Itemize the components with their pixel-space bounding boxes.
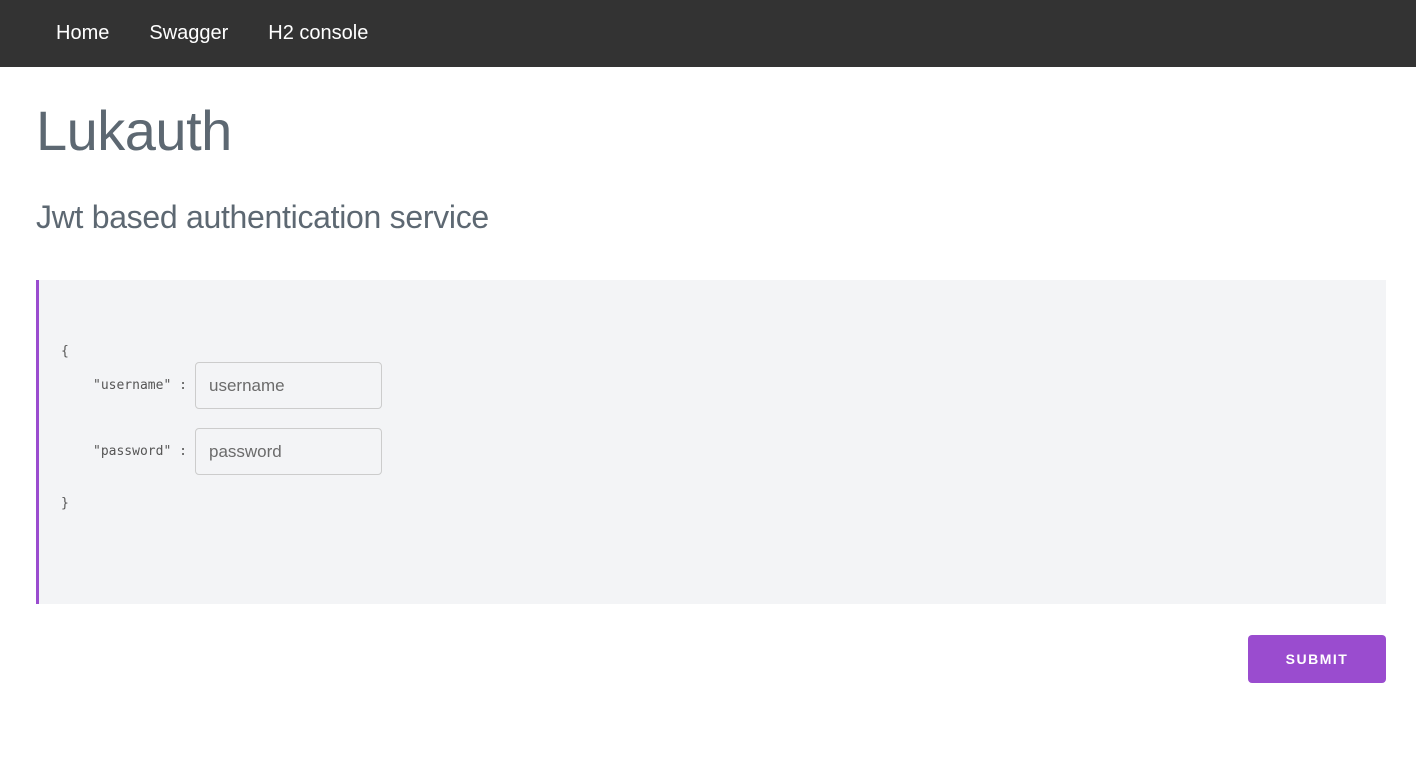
page-subtitle: Jwt based authentication service <box>36 199 489 235</box>
page-title: Lukauth <box>36 99 232 162</box>
password-key-label: "password" : <box>93 444 187 459</box>
close-brace: } <box>61 496 69 511</box>
username-row: "username" : <box>61 362 1386 409</box>
submit-button[interactable]: SUBMIT <box>1248 635 1386 683</box>
top-navbar: Home Swagger H2 console <box>0 0 1416 67</box>
nav-link-h2-console[interactable]: H2 console <box>268 0 368 67</box>
password-row: "password" : <box>61 428 1386 475</box>
open-brace: { <box>61 344 69 359</box>
login-json-form: { "username" : "password" : } <box>36 280 1386 604</box>
username-input[interactable] <box>195 362 382 409</box>
submit-row: SUBMIT <box>36 635 1386 683</box>
password-input[interactable] <box>195 428 382 475</box>
nav-link-swagger[interactable]: Swagger <box>149 0 228 67</box>
username-key-label: "username" : <box>93 378 187 393</box>
main-content: Lukauth Jwt based authentication service… <box>0 103 1416 683</box>
nav-link-home[interactable]: Home <box>56 0 109 67</box>
